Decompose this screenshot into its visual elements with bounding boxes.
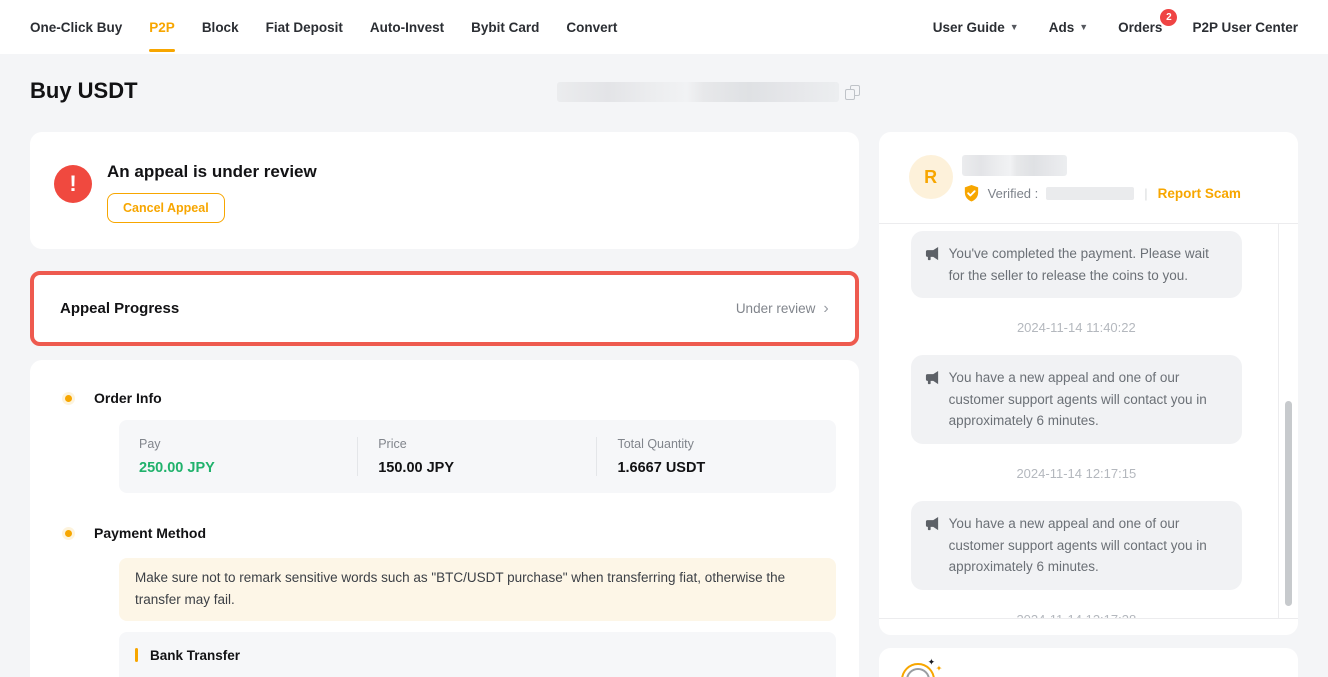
method-accent-bar — [135, 648, 138, 662]
orders-label: Orders — [1118, 20, 1162, 35]
nav-user-guide[interactable]: User Guide ▼ — [933, 20, 1019, 35]
chevron-right-icon: › — [823, 301, 828, 317]
nav-p2p-label: P2P — [149, 20, 175, 35]
nav-p2p[interactable]: P2P — [149, 0, 175, 54]
verified-shield-icon — [962, 184, 981, 203]
system-message: You have a new appeal and one of our cus… — [911, 501, 1242, 590]
chat-input-card-partial: ✦ ✦ — [879, 648, 1298, 677]
chat-message-list: You've completed the payment. Please wai… — [879, 223, 1298, 619]
bank-transfer-method[interactable]: Bank Transfer — [119, 632, 836, 677]
nav-fiat-deposit[interactable]: Fiat Deposit — [266, 0, 343, 54]
chat-header: R Verified : | Report Scam — [879, 132, 1298, 223]
counterparty-avatar[interactable]: R — [909, 155, 953, 199]
verified-value-redacted — [1046, 187, 1134, 200]
price-label: Price — [378, 437, 576, 451]
nav-one-click-buy[interactable]: One-Click Buy — [30, 0, 122, 54]
separator: | — [1144, 186, 1147, 201]
counterparty-name-redacted — [962, 155, 1067, 176]
orders-count-badge: 2 — [1160, 9, 1177, 26]
megaphone-icon — [925, 516, 940, 531]
nav-ads[interactable]: Ads ▼ — [1049, 20, 1088, 35]
verified-row: Verified : | Report Scam — [962, 184, 1241, 203]
timeline-dot-icon — [65, 395, 72, 402]
cancel-appeal-button[interactable]: Cancel Appeal — [107, 193, 225, 223]
nav-orders[interactable]: Orders 2 — [1118, 20, 1162, 35]
main-column: ! An appeal is under review Cancel Appea… — [30, 132, 859, 677]
system-message: You have a new appeal and one of our cus… — [911, 355, 1242, 444]
page-header: Buy USDT — [30, 78, 860, 104]
nav-p2p-user-center[interactable]: P2P User Center — [1192, 20, 1298, 35]
price-field: Price 150.00 JPY — [357, 437, 596, 476]
order-info-box: Pay 250.00 JPY Price 150.00 JPY Total Qu… — [119, 420, 836, 493]
chat-timestamp: 2024-11-14 11:40:22 — [911, 320, 1242, 335]
payment-method-section-header: Payment Method — [30, 525, 859, 541]
nav-left-group: One-Click Buy P2P Block Fiat Deposit Aut… — [30, 0, 617, 54]
active-tab-underline — [149, 49, 175, 52]
chat-scrollbar-thumb[interactable] — [1285, 401, 1292, 606]
chat-column: R Verified : | Report Scam — [879, 132, 1298, 677]
chat-card: R Verified : | Report Scam — [879, 132, 1298, 635]
megaphone-icon — [925, 370, 940, 385]
nav-convert[interactable]: Convert — [566, 0, 617, 54]
payment-warning-notice: Make sure not to remark sensitive words … — [119, 558, 836, 621]
page-body: Buy USDT ! An appeal is under review Can… — [0, 78, 1328, 677]
megaphone-icon — [925, 246, 940, 261]
message-text: You have a new appeal and one of our cus… — [949, 367, 1228, 432]
chat-scrollbar-track — [1278, 224, 1298, 618]
timeline-dot-icon — [65, 530, 72, 537]
message-text: You've completed the payment. Please wai… — [949, 243, 1228, 286]
order-info-title: Order Info — [94, 390, 162, 406]
appeal-banner-card: ! An appeal is under review Cancel Appea… — [30, 132, 859, 249]
status-text: Under review — [736, 301, 816, 316]
appeal-progress-label: Appeal Progress — [60, 300, 179, 317]
ads-label: Ads — [1049, 20, 1075, 35]
pay-label: Pay — [139, 437, 337, 451]
chevron-down-icon: ▼ — [1079, 22, 1088, 32]
nav-right-group: User Guide ▼ Ads ▼ Orders 2 P2P User Cen… — [933, 20, 1298, 35]
copy-icon[interactable] — [845, 85, 860, 100]
total-quantity-value: 1.6667 USDT — [617, 460, 815, 476]
order-info-section-header: Order Info — [30, 390, 859, 406]
report-scam-link[interactable]: Report Scam — [1158, 186, 1241, 201]
chat-timestamp: 2024-11-14 12:17:38 — [911, 612, 1242, 619]
sparkle-icon: ✦ — [928, 657, 936, 668]
total-quantity-label: Total Quantity — [617, 437, 815, 451]
order-id-redacted — [557, 82, 839, 102]
payment-method-title: Payment Method — [94, 525, 206, 541]
order-id-row — [557, 82, 860, 102]
order-details-card: Order Info Pay 250.00 JPY Price 150.00 J… — [30, 360, 859, 677]
chat-timestamp: 2024-11-14 12:17:15 — [911, 466, 1242, 481]
chat-footer-spacer — [879, 619, 1298, 635]
user-guide-label: User Guide — [933, 20, 1005, 35]
nav-bybit-card[interactable]: Bybit Card — [471, 0, 539, 54]
system-message: You've completed the payment. Please wai… — [911, 231, 1242, 298]
message-text: You have a new appeal and one of our cus… — [949, 513, 1228, 578]
sparkle-icon: ✦ — [936, 664, 943, 673]
total-quantity-field: Total Quantity 1.6667 USDT — [596, 437, 835, 476]
pay-value: 250.00 JPY — [139, 460, 337, 476]
bank-transfer-label: Bank Transfer — [150, 648, 240, 663]
appeal-banner-title: An appeal is under review — [107, 162, 317, 182]
appeal-progress-row[interactable]: Appeal Progress Under review › — [30, 271, 859, 346]
pay-field: Pay 250.00 JPY — [119, 437, 357, 476]
alert-exclamation-icon: ! — [54, 165, 92, 203]
verified-label: Verified : — [988, 186, 1039, 201]
appeal-progress-status: Under review › — [736, 301, 829, 317]
nav-auto-invest[interactable]: Auto-Invest — [370, 0, 444, 54]
top-navigation: One-Click Buy P2P Block Fiat Deposit Aut… — [0, 0, 1328, 54]
price-value: 150.00 JPY — [378, 460, 576, 476]
page-title: Buy USDT — [30, 78, 138, 104]
nav-block[interactable]: Block — [202, 0, 239, 54]
chevron-down-icon: ▼ — [1010, 22, 1019, 32]
emoji-icon[interactable]: ✦ ✦ — [901, 657, 941, 677]
